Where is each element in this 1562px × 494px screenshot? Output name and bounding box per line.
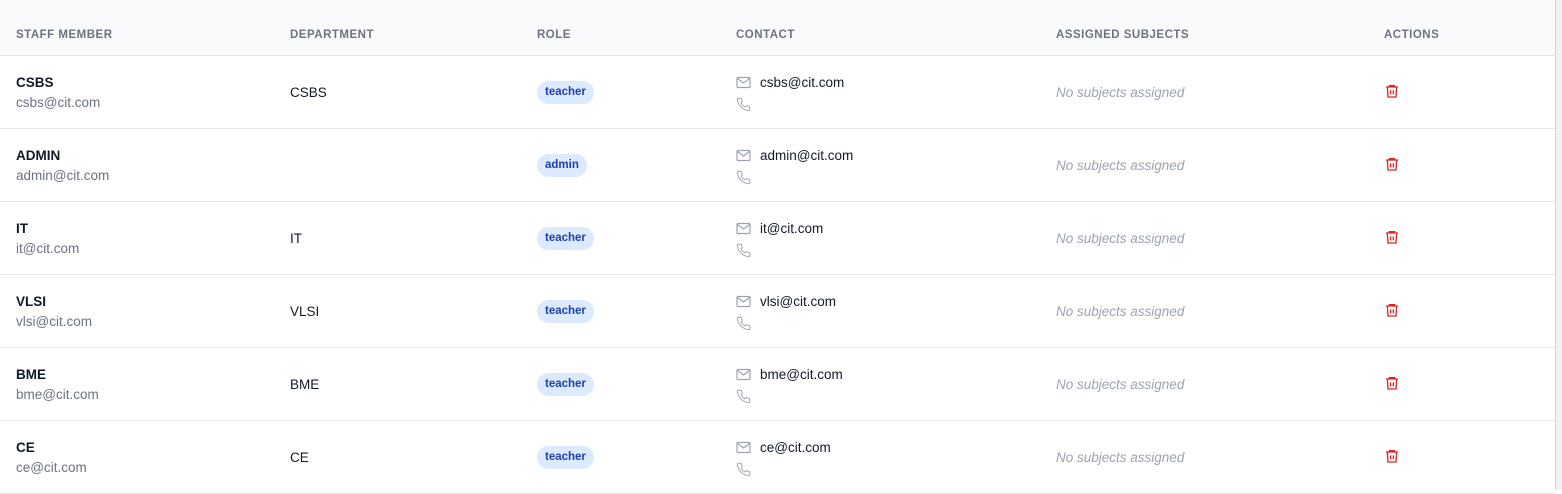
trash-icon [1386,231,1398,244]
role-badge: teacher [537,300,594,323]
header-contact: Contact [736,29,795,41]
phone-icon [736,389,751,409]
header-actions: Actions [1384,29,1440,41]
table-row: BME bme@cit.com BME teacher bme@cit.com … [0,348,1555,421]
staff-name: BME [16,367,46,382]
department: CSBS [290,85,327,100]
assigned-subjects: No subjects assigned [1056,231,1185,246]
phone-icon [736,316,751,336]
staff-name: ADMIN [16,148,61,163]
trash-icon [1386,377,1398,390]
phone-icon [736,243,751,263]
phone-icon [736,170,751,190]
role-badge: admin [537,154,587,177]
contact-email: ce@cit.com [760,440,831,455]
staff-email: it@cit.com [16,241,80,256]
trash-icon [1386,158,1398,171]
department: VLSI [290,304,320,319]
table-row: VLSI vlsi@cit.com VLSI teacher vlsi@cit.… [0,275,1555,348]
table-row: ADMIN admin@cit.com admin admin@cit.com … [0,129,1555,202]
staff-name: IT [16,221,28,236]
staff-email: vlsi@cit.com [16,314,92,329]
table-row: CSBS csbs@cit.com CSBS teacher csbs@cit.… [0,56,1555,129]
contact-email: csbs@cit.com [760,75,845,90]
staff-name: VLSI [16,294,47,309]
assigned-subjects: No subjects assigned [1056,158,1185,173]
role-badge: teacher [537,227,594,250]
role-badge: teacher [537,81,594,104]
assigned-subjects: No subjects assigned [1056,450,1185,465]
staff-name: CSBS [16,75,54,90]
role-badge: teacher [537,373,594,396]
header-department: Department [290,29,375,41]
contact-email: bme@cit.com [760,367,843,382]
phone-icon [736,97,751,117]
staff-email: csbs@cit.com [16,95,101,110]
delete-button[interactable] [1384,229,1400,250]
contact-email: vlsi@cit.com [760,294,836,309]
department: CE [290,450,309,465]
assigned-subjects: No subjects assigned [1056,377,1185,392]
scrollbar[interactable] [1555,0,1562,490]
staff-email: bme@cit.com [16,387,99,402]
delete-button[interactable] [1384,156,1400,177]
staff-email: admin@cit.com [16,168,110,183]
table-header: Staff Member Department Role Contact Ass… [0,0,1555,56]
delete-button[interactable] [1384,375,1400,396]
mail-icon [736,149,751,167]
staff-table: Staff Member Department Role Contact Ass… [0,0,1555,494]
delete-button[interactable] [1384,83,1400,104]
trash-icon [1386,85,1398,98]
header-assigned-subjects: Assigned Subjects [1056,29,1190,41]
mail-icon [736,368,751,386]
staff-email: ce@cit.com [16,460,87,475]
header-staff-member: Staff Member [16,29,113,41]
assigned-subjects: No subjects assigned [1056,85,1185,100]
mail-icon [736,222,751,240]
table-row: CE ce@cit.com CE teacher ce@cit.com No s… [0,421,1555,494]
contact-email: admin@cit.com [760,148,854,163]
trash-icon [1386,304,1398,317]
header-role: Role [537,29,571,41]
delete-button[interactable] [1384,448,1400,469]
delete-button[interactable] [1384,302,1400,323]
contact-email: it@cit.com [760,221,824,236]
department: IT [290,231,302,246]
assigned-subjects: No subjects assigned [1056,304,1185,319]
department: BME [290,377,320,392]
staff-name: CE [16,440,35,455]
mail-icon [736,76,751,94]
role-badge: teacher [537,446,594,469]
mail-icon [736,295,751,313]
phone-icon [736,462,751,482]
trash-icon [1386,450,1398,463]
table-row: IT it@cit.com IT teacher it@cit.com No s… [0,202,1555,275]
mail-icon [736,441,751,459]
